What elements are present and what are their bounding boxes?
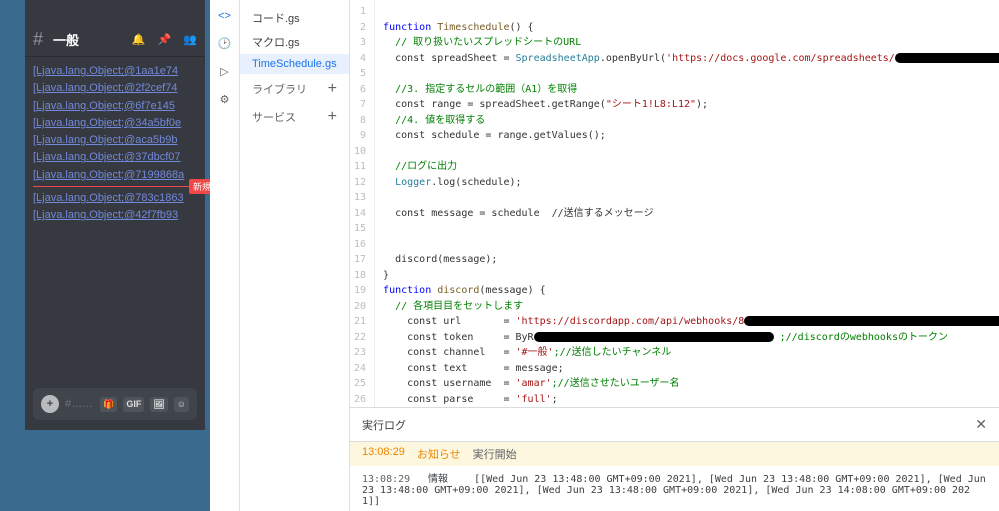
file-item[interactable]: マクロ.gs	[240, 30, 349, 54]
file-sidebar: コード.gs マクロ.gs TimeSchedule.gs ライブラリ + サー…	[240, 0, 350, 511]
log-time: 13:08:29	[362, 474, 422, 485]
services-header: サービス +	[240, 102, 349, 130]
log-level: 情報	[428, 470, 468, 485]
library-header: ライブラリ +	[240, 74, 349, 102]
file-item-selected[interactable]: TimeSchedule.gs	[240, 54, 349, 74]
library-label: ライブラリ	[252, 81, 307, 97]
log-header: 実行ログ ✕	[350, 408, 999, 442]
message-link[interactable]: [Ljava.lang.Object;@6f7e145	[33, 99, 197, 113]
line-gutter: 1234567891011121314151617181920212223242…	[350, 0, 375, 407]
pin-icon[interactable]: 📌	[158, 33, 172, 46]
bell-icon[interactable]: 🔔	[132, 33, 146, 46]
log-row: 13:08:29 情報 [[Wed Jun 23 13:48:00 GMT+09…	[350, 466, 999, 511]
gif-icon[interactable]: GIF	[123, 397, 144, 412]
main-area: 1234567891011121314151617181920212223242…	[350, 0, 999, 511]
add-library-icon[interactable]: +	[328, 80, 337, 98]
gift-icon[interactable]: 🎁	[100, 397, 117, 412]
discord-panel: # 一般 🔔 📌 👥 [Ljava.lang.Object;@1aa1e74 […	[25, 0, 205, 430]
log-time: 13:08:29	[362, 446, 405, 462]
add-service-icon[interactable]: +	[328, 108, 337, 126]
message-link[interactable]: [Ljava.lang.Object;@7199868a	[33, 168, 197, 182]
message-list: [Ljava.lang.Object;@1aa1e74 [Ljava.lang.…	[25, 57, 205, 230]
gear-icon[interactable]: ⚙	[220, 93, 230, 106]
message-link[interactable]: [Ljava.lang.Object;@42f7fb93	[33, 208, 197, 222]
message-input[interactable]: #……	[65, 398, 94, 410]
execution-log: 実行ログ ✕ 13:08:29 お知らせ 実行開始 13:08:29 情報 [[…	[350, 407, 999, 511]
discord-header: # 一般 🔔 📌 👥	[25, 22, 205, 57]
log-title: 実行ログ	[362, 417, 406, 433]
close-icon[interactable]: ✕	[975, 416, 987, 433]
file-item[interactable]: コード.gs	[240, 6, 349, 30]
members-icon[interactable]: 👥	[183, 33, 197, 46]
clock-icon[interactable]: 🕑	[218, 37, 232, 50]
log-level: お知らせ	[417, 446, 461, 462]
log-text: 実行開始	[473, 446, 517, 462]
code-editor[interactable]: 1234567891011121314151617181920212223242…	[350, 0, 999, 407]
new-divider: 新規	[33, 186, 197, 187]
header-icons: 🔔 📌 👥	[132, 33, 197, 46]
attach-icon[interactable]: +	[41, 395, 59, 413]
left-rail: <> 🕑 ▷ ⚙	[210, 0, 240, 511]
message-link[interactable]: [Ljava.lang.Object;@34a5bf0e	[33, 116, 197, 130]
message-link[interactable]: [Ljava.lang.Object;@783c1863	[33, 191, 197, 205]
message-link[interactable]: [Ljava.lang.Object;@1aa1e74	[33, 64, 197, 78]
message-link[interactable]: [Ljava.lang.Object;@37dbcf07	[33, 150, 197, 164]
message-link[interactable]: [Ljava.lang.Object;@aca5b9b	[33, 133, 197, 147]
apps-script-editor: <> 🕑 ▷ ⚙ コード.gs マクロ.gs TimeSchedule.gs ラ…	[210, 0, 999, 511]
message-input-row: + #…… 🎁 GIF 🖼 ☺	[33, 388, 197, 420]
log-notice-row: 13:08:29 お知らせ 実行開始	[350, 442, 999, 466]
run-icon[interactable]: ▷	[220, 65, 228, 78]
services-label: サービス	[252, 109, 296, 125]
code-content[interactable]: function Timeschedule() { // 取り扱いたいスプレッド…	[375, 0, 999, 407]
editor-icon[interactable]: <>	[218, 10, 231, 22]
emoji-icon[interactable]: ☺	[174, 397, 189, 412]
hash-icon: #	[33, 29, 43, 50]
sticker-icon[interactable]: 🖼	[150, 397, 167, 412]
message-link[interactable]: [Ljava.lang.Object;@2f2cef74	[33, 81, 197, 95]
channel-name: 一般	[53, 30, 79, 49]
